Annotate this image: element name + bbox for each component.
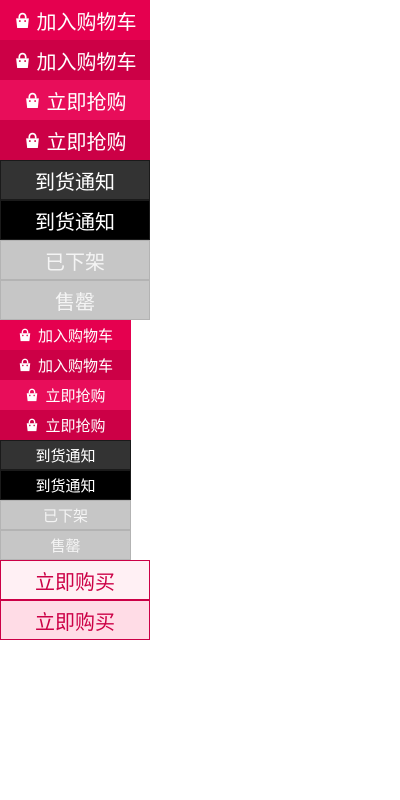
notify-label: 到货通知 [35, 169, 115, 194]
button-sprite-sheet: 加入购物车 加入购物车 立即抢购 立即抢购 到货通知 到货通知 已下架 售罄 加… [0, 0, 400, 800]
buy-now-label: 立即抢购 [45, 416, 106, 435]
add-to-cart-label: 加入购物车 [36, 49, 137, 74]
buy-immediately-label: 立即购买 [35, 609, 115, 634]
add-to-cart-label: 加入购物车 [37, 326, 113, 345]
off-shelf-label: 已下架 [45, 249, 105, 274]
shopping-bag-icon [14, 52, 31, 69]
sold-out-button-small: 售罄 [0, 530, 131, 560]
off-shelf-button-small: 已下架 [0, 500, 131, 530]
buy-now-button-small[interactable]: 立即抢购 [0, 380, 131, 410]
sold-out-button: 售罄 [0, 280, 150, 320]
buy-now-label: 立即抢购 [46, 89, 127, 114]
add-to-cart-button-small[interactable]: 加入购物车 [0, 320, 131, 350]
buy-immediately-button[interactable]: 立即购买 [0, 560, 150, 600]
sold-out-label: 售罄 [50, 536, 81, 555]
notify-button[interactable]: 到货通知 [0, 160, 150, 200]
notify-button-hover[interactable]: 到货通知 [0, 200, 150, 240]
notify-label: 到货通知 [35, 209, 115, 234]
add-to-cart-button[interactable]: 加入购物车 [0, 0, 150, 40]
notify-button-small-hover[interactable]: 到货通知 [0, 470, 131, 500]
add-to-cart-button-hover[interactable]: 加入购物车 [0, 40, 150, 80]
buy-now-label: 立即抢购 [45, 386, 106, 405]
buy-now-button[interactable]: 立即抢购 [0, 80, 150, 120]
add-to-cart-button-small-hover[interactable]: 加入购物车 [0, 350, 131, 380]
shopping-bag-icon [25, 388, 39, 402]
add-to-cart-label: 加入购物车 [37, 356, 113, 375]
shopping-bag-icon [25, 418, 39, 432]
sold-out-label: 售罄 [55, 289, 95, 314]
buy-now-button-small-hover[interactable]: 立即抢购 [0, 410, 131, 440]
shopping-bag-icon [24, 92, 41, 109]
notify-label: 到货通知 [35, 446, 96, 465]
shopping-bag-icon [14, 12, 31, 29]
buy-immediately-button-hover[interactable]: 立即购买 [0, 600, 150, 640]
shopping-bag-icon [18, 328, 32, 342]
buy-immediately-label: 立即购买 [35, 569, 115, 594]
shopping-bag-icon [24, 132, 41, 149]
add-to-cart-label: 加入购物车 [36, 9, 137, 34]
notify-button-small[interactable]: 到货通知 [0, 440, 131, 470]
buy-now-button-hover[interactable]: 立即抢购 [0, 120, 150, 160]
notify-label: 到货通知 [35, 476, 96, 495]
shopping-bag-icon [18, 358, 32, 372]
buy-now-label: 立即抢购 [46, 129, 127, 154]
off-shelf-label: 已下架 [42, 506, 88, 525]
off-shelf-button: 已下架 [0, 240, 150, 280]
